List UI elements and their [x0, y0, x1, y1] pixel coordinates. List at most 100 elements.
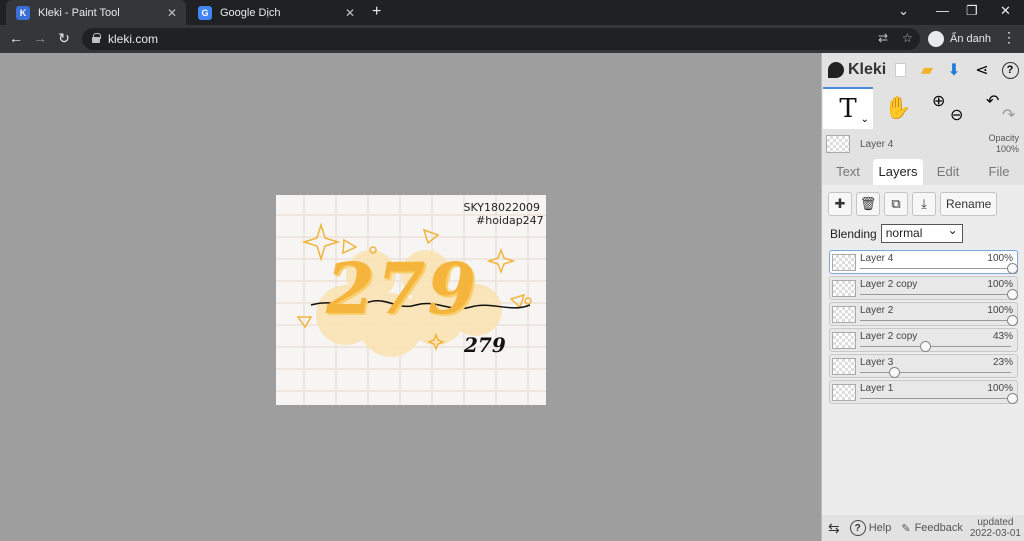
browser-tab-bar: K Kleki - Paint Tool ✕ G Google Dịch ✕ +… — [0, 0, 1024, 25]
layer-thumbnail — [832, 306, 856, 323]
tab-kleki[interactable]: K Kleki - Paint Tool ✕ — [6, 0, 186, 25]
layer-opacity-slider-handle[interactable] — [1007, 289, 1018, 300]
layer-opacity-slider-handle[interactable] — [1007, 393, 1018, 404]
layer-opacity-value: 100% — [987, 305, 1013, 316]
layer-opacity-slider[interactable] — [860, 320, 1011, 321]
layer-name: Layer 2 copy — [860, 331, 918, 342]
kleki-logo[interactable]: Kleki — [828, 61, 886, 79]
add-layer-button[interactable]: ✚ — [828, 192, 852, 216]
layer-opacity-slider-handle[interactable] — [919, 341, 931, 352]
layer-opacity-slider-handle[interactable] — [1007, 263, 1018, 274]
duplicate-icon: ⧉ — [891, 196, 901, 211]
tab-text[interactable]: Text — [827, 159, 869, 185]
layer-name: Layer 2 copy — [860, 279, 918, 290]
layer-opacity-slider[interactable] — [860, 294, 1011, 295]
text-tool-icon: T — [839, 94, 857, 124]
google-translate-favicon-icon: G — [198, 5, 212, 20]
help-icon[interactable]: ? — [1000, 60, 1020, 80]
layer-opacity-slider[interactable] — [860, 372, 1011, 373]
layer-thumbnail — [832, 384, 856, 401]
current-layer-thumbnail — [826, 135, 850, 153]
help-link[interactable]: ? Help — [849, 520, 891, 536]
layer-row[interactable]: Layer 2 copy 43% — [829, 328, 1018, 352]
canvas-signature-text: SKY18022009 — [463, 201, 540, 214]
text-tool-button[interactable]: T ⌄ — [823, 87, 873, 129]
incognito-icon — [928, 31, 944, 47]
undo-icon[interactable]: ↶ — [986, 91, 999, 111]
zoom-in-icon[interactable]: ⊕ — [932, 91, 945, 111]
layer-opacity-value: 43% — [992, 331, 1013, 342]
incognito-label: Ẩn danh — [950, 33, 991, 45]
hand-tool-button[interactable]: ✋ — [873, 87, 923, 129]
bookmark-star-icon[interactable]: ☆ — [902, 31, 913, 45]
lock-icon — [92, 33, 101, 43]
layer-opacity-value: 100% — [987, 279, 1013, 290]
delete-layer-button[interactable]: 🗑 — [856, 192, 880, 216]
canvas-small-number: 279 — [464, 333, 506, 357]
layer-thumbnail — [832, 280, 856, 297]
layer-list: Layer 4 100% Layer 2 copy 100% Layer 2 100% La… — [829, 250, 1018, 406]
reload-icon[interactable]: ↻ — [55, 30, 73, 47]
new-image-icon[interactable] — [890, 60, 910, 80]
layer-row[interactable]: Layer 4 100% — [829, 250, 1018, 274]
forward-icon[interactable]: → — [31, 30, 49, 46]
tab-file[interactable]: File — [982, 159, 1016, 185]
layer-row[interactable]: Layer 2 100% — [829, 302, 1018, 326]
feedback-icon: ✎ — [901, 522, 911, 535]
blending-select[interactable]: normal — [880, 222, 963, 243]
canvas-hashtag-text: #hoidap247 — [476, 214, 544, 227]
address-bar[interactable]: kleki.com ⇄ ☆ — [82, 28, 920, 50]
tool-options-chevron-icon: ⌄ — [860, 114, 869, 125]
tab-title: Google Dịch — [220, 6, 281, 19]
share-icon[interactable]: ⋖ — [972, 60, 992, 80]
layer-opacity-value: 100% — [987, 383, 1013, 394]
panel-footer: ⇆ ? Help ✎ Feedback updated 2022-03-01 — [822, 515, 1024, 541]
restore-icon[interactable]: ❐ — [966, 3, 978, 19]
layer-row[interactable]: Layer 3 23% — [829, 354, 1018, 378]
close-tab-icon[interactable]: ✕ — [164, 6, 180, 20]
menu-kebab-icon[interactable]: ⋮ — [1002, 29, 1016, 46]
merge-down-button[interactable]: ⤓ — [912, 192, 936, 216]
translate-icon[interactable]: ⇄ — [878, 31, 888, 45]
swap-side-icon[interactable]: ⇆ — [828, 520, 840, 537]
feedback-label: Feedback — [914, 522, 963, 534]
updated-label: updated — [977, 517, 1014, 528]
plus-icon: ✚ — [834, 196, 846, 211]
feedback-link[interactable]: ✎ Feedback — [901, 522, 963, 535]
app-name: Kleki — [848, 61, 887, 78]
layer-opacity-slider[interactable] — [860, 268, 1011, 269]
rename-layer-button[interactable]: Rename — [940, 192, 998, 216]
drawing-canvas[interactable]: SKY18022009 #hoidap247 279 279 — [276, 195, 546, 405]
layer-name: Layer 4 — [860, 253, 894, 264]
incognito-indicator[interactable]: Ẩn danh — [928, 28, 991, 50]
zoom-out-icon[interactable]: ⊖ — [950, 105, 963, 125]
back-icon[interactable]: ← — [7, 30, 25, 46]
trash-icon: 🗑 — [859, 196, 877, 211]
tab-edit[interactable]: Edit — [930, 159, 966, 185]
browser-toolbar: ← → ↻ kleki.com ⇄ ☆ Ẩn danh ⋮ — [0, 25, 1024, 53]
download-icon[interactable]: ⬇ — [944, 60, 964, 80]
layer-opacity-slider[interactable] — [860, 346, 1011, 347]
new-tab-icon[interactable]: + — [372, 3, 381, 21]
updated-info[interactable]: updated 2022-03-01 — [970, 517, 1021, 539]
layer-opacity-slider[interactable] — [860, 398, 1011, 399]
blending-row: Blending normal — [830, 222, 963, 243]
layer-opacity-slider-handle[interactable] — [1007, 315, 1018, 326]
opacity-label: Opacity — [988, 133, 1019, 143]
tab-layers[interactable]: Layers — [873, 159, 923, 185]
redo-icon[interactable]: ↷ — [1002, 105, 1015, 125]
history-buttons: ↶ ↷ — [974, 87, 1024, 129]
current-layer-header: Layer 4 Opacity 100% — [822, 131, 1024, 157]
tab-google-translate[interactable]: G Google Dịch ✕ — [188, 0, 364, 25]
layer-row[interactable]: Layer 2 copy 100% — [829, 276, 1018, 300]
help-circle-icon: ? — [849, 520, 866, 536]
close-window-icon[interactable]: ✕ — [1000, 3, 1011, 19]
tab-title: Kleki - Paint Tool — [38, 6, 120, 19]
duplicate-layer-button[interactable]: ⧉ — [884, 192, 908, 216]
open-folder-icon[interactable]: ▰ — [917, 60, 937, 80]
close-tab-icon[interactable]: ✕ — [342, 6, 358, 20]
minimize-icon[interactable]: — — [936, 3, 949, 18]
layer-row[interactable]: Layer 1 100% — [829, 380, 1018, 404]
tab-search-dropdown-icon[interactable]: ⌄ — [898, 3, 909, 19]
layer-opacity-slider-handle[interactable] — [889, 367, 901, 378]
